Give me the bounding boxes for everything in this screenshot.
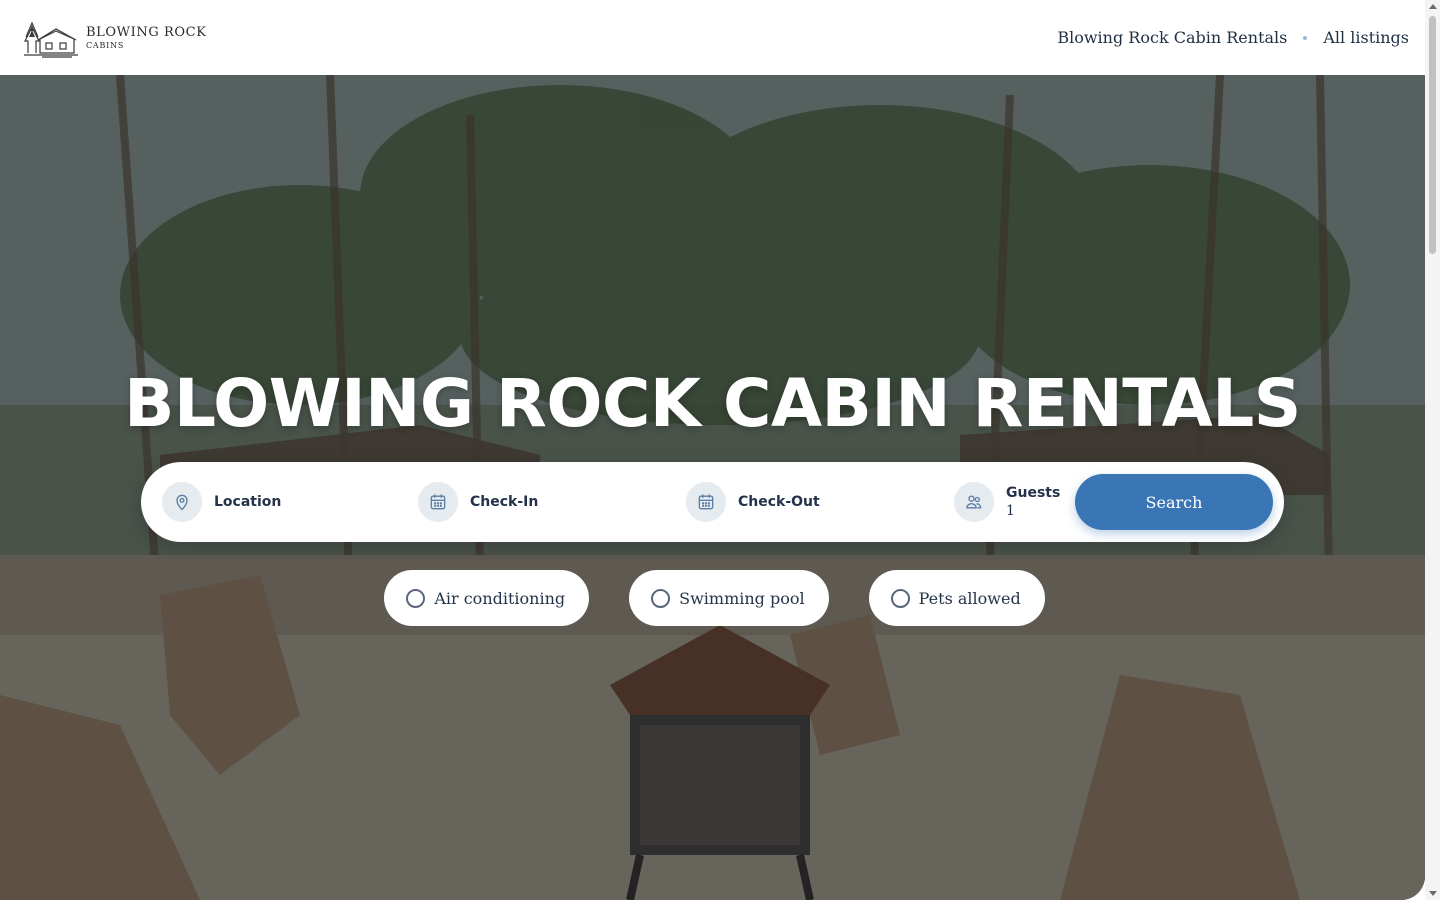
guests-label: Guests (1006, 485, 1061, 501)
hero-section: BLOWING ROCK CABIN RENTALS Location Chec… (0, 75, 1425, 900)
guests-field[interactable]: Guests 1 (954, 462, 1074, 542)
map-pin-icon (162, 482, 202, 522)
amenity-swimming-pool[interactable]: Swimming pool (629, 570, 829, 626)
check-in-field[interactable]: Check-In (418, 462, 686, 542)
amenity-filters: Air conditioning Swimming pool Pets allo… (0, 570, 1425, 626)
cabin-logo-icon (24, 20, 78, 58)
calendar-icon (686, 482, 726, 522)
nav-separator (1303, 35, 1308, 40)
radio-unchecked-icon[interactable] (406, 588, 426, 608)
amenity-air-conditioning[interactable]: Air conditioning (384, 570, 590, 626)
main-nav: Blowing Rock Cabin Rentals All listings (1057, 28, 1409, 47)
check-out-label: Check-Out (738, 494, 820, 510)
location-field[interactable]: Location (162, 462, 418, 542)
page-scrollbar[interactable] (1425, 0, 1440, 900)
search-bar: Location Check-In Check-Out Guests 1 Sea… (141, 462, 1284, 542)
amenity-label: Air conditioning (434, 588, 566, 608)
users-icon (954, 482, 994, 522)
nav-link-all-listings[interactable]: All listings (1323, 28, 1409, 47)
location-label: Location (214, 494, 282, 510)
scroll-up-arrow-icon[interactable] (1429, 4, 1437, 9)
site-header: BLOWING ROCK CABINS Blowing Rock Cabin R… (0, 0, 1425, 75)
radio-unchecked-icon[interactable] (651, 588, 671, 608)
guests-value: 1 (1006, 503, 1015, 519)
amenity-label: Pets allowed (918, 588, 1021, 608)
brand-logo[interactable]: BLOWING ROCK CABINS (22, 17, 207, 59)
nav-link-cabin-rentals[interactable]: Blowing Rock Cabin Rentals (1057, 28, 1287, 47)
scroll-down-arrow-icon[interactable] (1429, 891, 1437, 896)
check-in-label: Check-In (470, 494, 539, 510)
search-button[interactable]: Search (1075, 474, 1273, 530)
hero-title: BLOWING ROCK CABIN RENTALS (124, 365, 1301, 442)
amenity-pets-allowed[interactable]: Pets allowed (868, 570, 1045, 626)
radio-unchecked-icon[interactable] (890, 588, 910, 608)
amenity-label: Swimming pool (679, 588, 805, 608)
calendar-icon (418, 482, 458, 522)
brand-title: BLOWING ROCK (86, 24, 207, 40)
check-out-field[interactable]: Check-Out (686, 462, 954, 542)
brand-subtitle: CABINS (86, 40, 125, 50)
scrollbar-thumb[interactable] (1429, 16, 1436, 254)
